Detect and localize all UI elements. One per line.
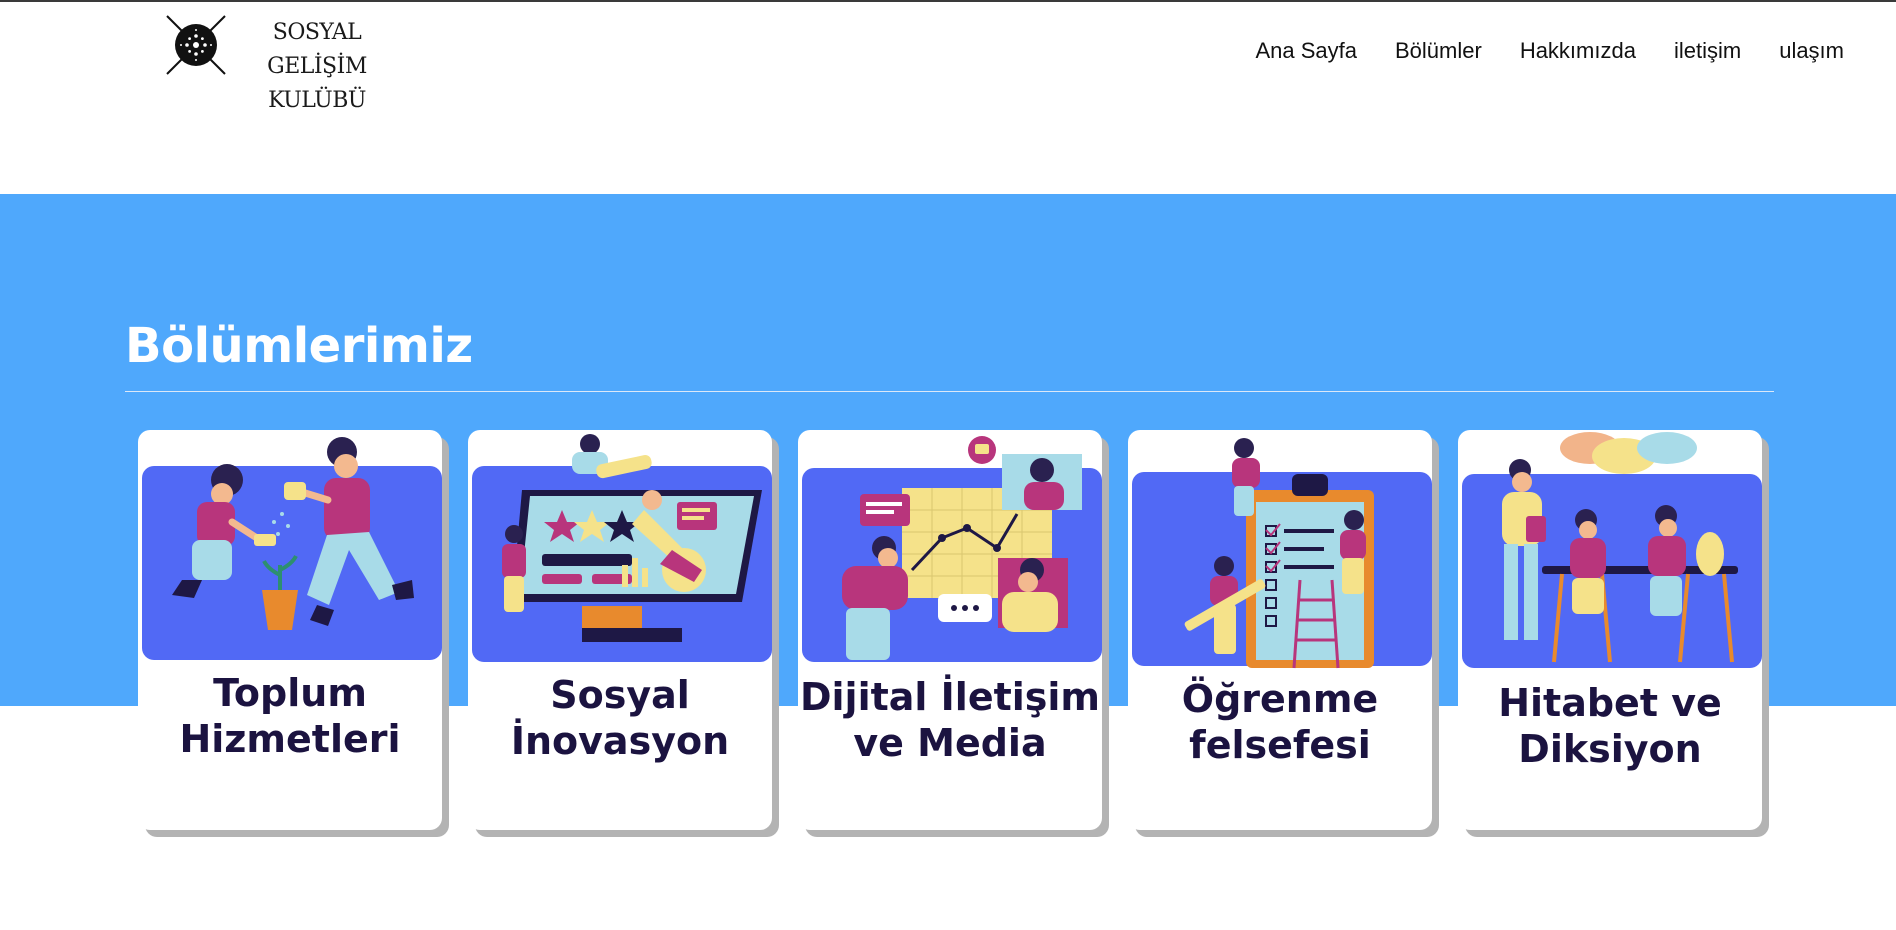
- site-logo[interactable]: SOSYAL GELİŞİM KULÜBÜ: [165, 14, 405, 113]
- section-title: Bölümlerimiz: [125, 318, 473, 374]
- card-title-line-2: Diksiyon: [1518, 727, 1702, 771]
- section-divider: [125, 391, 1774, 392]
- nav-item-home[interactable]: Ana Sayfa: [1255, 38, 1357, 64]
- card-title-line-2: İnovasyon: [510, 719, 730, 763]
- card-title-line-1: Toplum: [213, 671, 367, 715]
- card-title: Toplum Hizmetleri: [138, 670, 442, 762]
- card-digital-communication[interactable]: Dijital İletişim ve Media: [798, 430, 1102, 830]
- logo-text: SOSYAL GELİŞİM KULÜBÜ: [227, 16, 407, 118]
- card-title: Hitabet ve Diksiyon: [1458, 680, 1762, 772]
- card-title-line-2: ve Media: [853, 721, 1047, 765]
- card-title-line-1: Sosyal: [550, 673, 690, 717]
- card-title-line-1: Dijital İletişim: [799, 675, 1101, 719]
- card-title-line-1: Hitabet ve: [1498, 681, 1722, 725]
- nav-item-contact[interactable]: iletişim: [1674, 38, 1741, 64]
- card-community-service[interactable]: Toplum Hizmetleri: [138, 430, 442, 830]
- club-emblem-icon: [166, 15, 226, 75]
- card-rhetoric-diction[interactable]: Hitabet ve Diksiyon: [1458, 430, 1762, 830]
- social-innovation-illustration: [472, 434, 772, 662]
- nav-item-directions[interactable]: ulaşım: [1779, 38, 1844, 64]
- card-title-line-2: Hizmetleri: [179, 717, 401, 761]
- card-social-innovation[interactable]: Sosyal İnovasyon: [468, 430, 772, 830]
- card-title: Dijital İletişim ve Media: [798, 674, 1102, 766]
- digital-communication-illustration: [802, 436, 1102, 662]
- logo-line-2: KULÜBÜ: [268, 88, 366, 113]
- nav-item-about[interactable]: Hakkımızda: [1520, 38, 1636, 64]
- card-learning-philosophy[interactable]: Öğrenme felsefesi: [1128, 430, 1432, 830]
- learning-philosophy-illustration: [1132, 438, 1432, 669]
- community-service-illustration: [142, 437, 442, 660]
- rhetoric-diction-illustration: [1462, 432, 1762, 668]
- top-border: [0, 0, 1896, 2]
- card-title-line-2: felsefesi: [1189, 723, 1371, 767]
- logo-line-1: SOSYAL GELİŞİM: [267, 20, 367, 79]
- main-nav: Ana Sayfa Bölümler Hakkımızda iletişim u…: [1255, 38, 1844, 64]
- card-title-line-1: Öğrenme: [1181, 677, 1379, 721]
- card-title: Öğrenme felsefesi: [1128, 676, 1432, 768]
- card-title: Sosyal İnovasyon: [468, 672, 772, 764]
- nav-item-sections[interactable]: Bölümler: [1395, 38, 1482, 64]
